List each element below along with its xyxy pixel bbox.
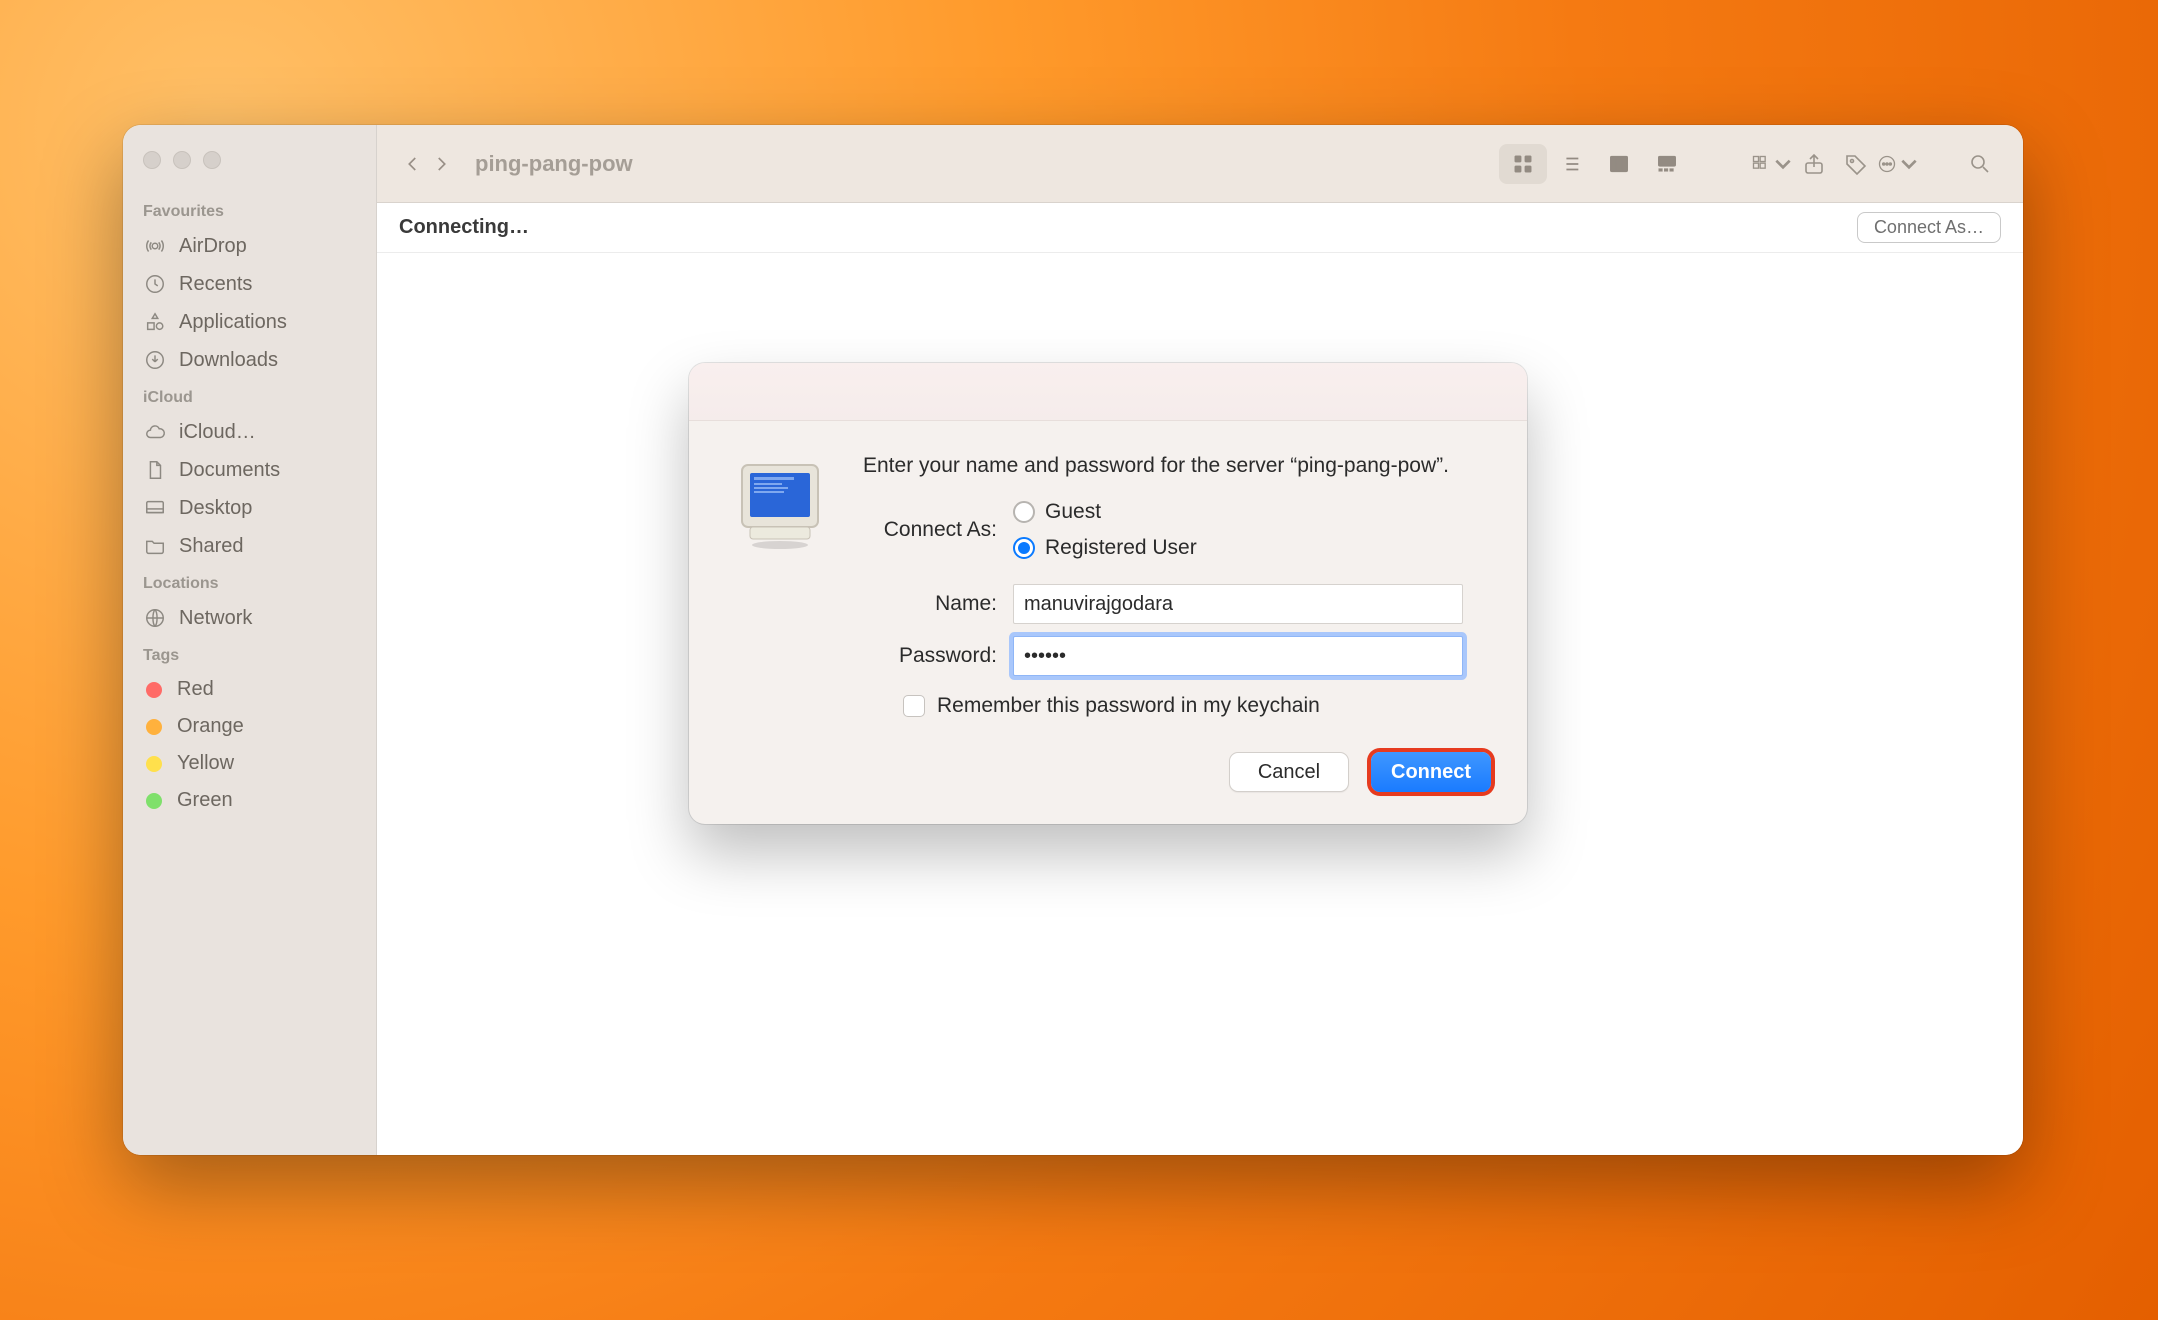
remember-checkbox[interactable]: Remember this password in my keychain: [903, 694, 1491, 718]
remember-label: Remember this password in my keychain: [937, 694, 1320, 718]
dialog-titlebar: [689, 363, 1527, 421]
tag-dot-icon: [146, 719, 162, 735]
name-input[interactable]: [1013, 584, 1463, 624]
sidebar-item-icloud[interactable]: iCloud…: [123, 413, 376, 451]
sidebar-item-label: Recents: [179, 273, 252, 296]
radio-icon: [1013, 501, 1035, 523]
sidebar-item-downloads[interactable]: Downloads: [123, 341, 376, 379]
sidebar-item-airdrop[interactable]: AirDrop: [123, 227, 376, 265]
cancel-button[interactable]: Cancel: [1229, 752, 1349, 792]
content-area: Enter your name and password for the ser…: [377, 253, 2023, 1155]
toolbar: ping-pang-pow: [377, 125, 2023, 203]
sidebar-item-label: Yellow: [177, 752, 234, 775]
zoom-window-button[interactable]: [203, 151, 221, 169]
search-button[interactable]: [1959, 144, 2001, 184]
sidebar-item-label: Applications: [179, 311, 287, 334]
doc-icon: [143, 458, 167, 482]
tags-button[interactable]: [1835, 144, 1877, 184]
connect-as-label: Connect As:: [863, 518, 1013, 542]
clock-icon: [143, 272, 167, 296]
sidebar-tag-green[interactable]: Green: [123, 782, 376, 819]
minimize-window-button[interactable]: [173, 151, 191, 169]
connect-as-button[interactable]: Connect As…: [1857, 212, 2001, 243]
airdrop-icon: [143, 234, 167, 258]
sidebar-item-recents[interactable]: Recents: [123, 265, 376, 303]
status-bar: Connecting… Connect As…: [377, 203, 2023, 253]
sidebar-item-label: Documents: [179, 459, 280, 482]
group-menu-button[interactable]: [1751, 144, 1793, 184]
password-input[interactable]: [1013, 636, 1463, 676]
sidebar-item-label: Downloads: [179, 349, 278, 372]
sidebar-item-label: iCloud…: [179, 421, 256, 444]
apps-icon: [143, 310, 167, 334]
sidebar-item-label: Orange: [177, 715, 244, 738]
sidebar-item-label: Network: [179, 607, 252, 630]
sidebar-item-label: AirDrop: [179, 235, 247, 258]
radio-guest[interactable]: Guest: [1013, 500, 1197, 524]
window-controls: [123, 139, 376, 193]
back-button[interactable]: [399, 148, 427, 180]
sidebar-item-label: Green: [177, 789, 233, 812]
download-icon: [143, 348, 167, 372]
view-columns-button[interactable]: [1595, 144, 1643, 184]
sidebar-group-locations: Locations: [123, 565, 376, 599]
sidebar-tag-red[interactable]: Red: [123, 671, 376, 708]
view-list-button[interactable]: [1547, 144, 1595, 184]
sidebar-item-applications[interactable]: Applications: [123, 303, 376, 341]
connect-button[interactable]: Connect: [1371, 752, 1491, 792]
finder-window: Favourites AirDrop Recents Applications …: [123, 125, 2023, 1155]
auth-dialog: Enter your name and password for the ser…: [689, 363, 1527, 824]
sidebar-group-icloud: iCloud: [123, 379, 376, 413]
checkbox-icon: [903, 695, 925, 717]
name-label: Name:: [863, 592, 1013, 616]
radio-icon: [1013, 537, 1035, 559]
share-button[interactable]: [1793, 144, 1835, 184]
folder-icon: [143, 534, 167, 558]
sidebar-group-favourites: Favourites: [123, 193, 376, 227]
sidebar-group-tags: Tags: [123, 637, 376, 671]
window-title: ping-pang-pow: [475, 151, 633, 177]
sidebar-item-network[interactable]: Network: [123, 599, 376, 637]
sidebar-item-shared[interactable]: Shared: [123, 527, 376, 565]
status-label: Connecting…: [399, 216, 529, 239]
sidebar-tag-orange[interactable]: Orange: [123, 708, 376, 745]
radio-label: Registered User: [1045, 536, 1197, 560]
sidebar: Favourites AirDrop Recents Applications …: [123, 125, 377, 1155]
server-icon: [725, 455, 835, 565]
radio-registered-user[interactable]: Registered User: [1013, 536, 1197, 560]
globe-icon: [143, 606, 167, 630]
sidebar-item-desktop[interactable]: Desktop: [123, 489, 376, 527]
password-label: Password:: [863, 644, 1013, 668]
view-icons-button[interactable]: [1499, 144, 1547, 184]
sidebar-item-label: Red: [177, 678, 214, 701]
view-gallery-button[interactable]: [1643, 144, 1691, 184]
dialog-prompt: Enter your name and password for the ser…: [863, 451, 1491, 480]
desktop-icon: [143, 496, 167, 520]
tag-dot-icon: [146, 682, 162, 698]
action-menu-button[interactable]: [1877, 144, 1919, 184]
view-switcher: [1499, 144, 1691, 184]
forward-button[interactable]: [427, 148, 455, 180]
tag-dot-icon: [146, 756, 162, 772]
cloud-icon: [143, 420, 167, 444]
tag-dot-icon: [146, 793, 162, 809]
sidebar-item-label: Desktop: [179, 497, 252, 520]
main-area: ping-pang-pow Connecting… Connect As…: [377, 125, 2023, 1155]
close-window-button[interactable]: [143, 151, 161, 169]
sidebar-item-documents[interactable]: Documents: [123, 451, 376, 489]
sidebar-tag-yellow[interactable]: Yellow: [123, 745, 376, 782]
sidebar-item-label: Shared: [179, 535, 244, 558]
radio-label: Guest: [1045, 500, 1101, 524]
